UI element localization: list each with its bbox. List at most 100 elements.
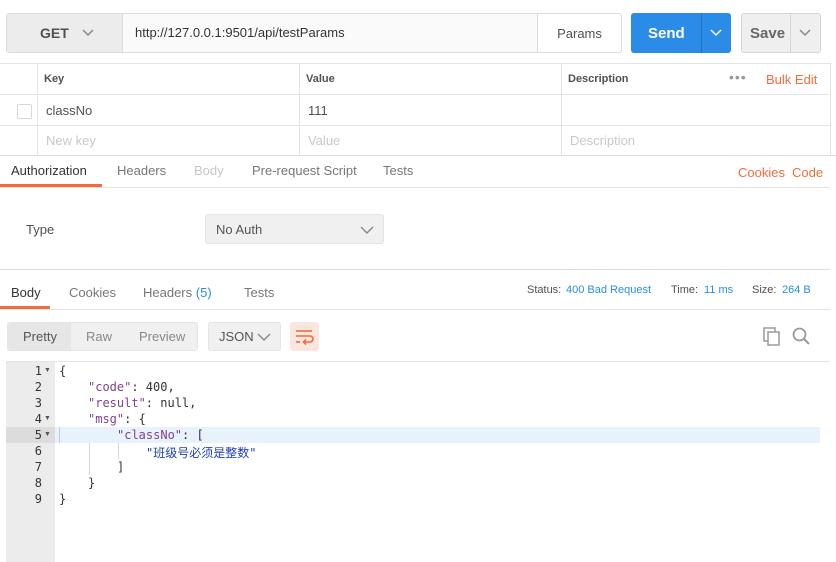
code-line: "classNo": [ [117, 428, 204, 442]
indent-guide [118, 443, 119, 459]
chevron-down-icon[interactable] [709, 25, 723, 39]
fold-toggle-icon[interactable]: ▼ [44, 415, 51, 422]
pretty-label[interactable]: Pretty [23, 329, 57, 344]
json-key: "code" [88, 380, 132, 394]
bulk-edit-link[interactable]: Bulk Edit [766, 72, 817, 87]
new-value-input[interactable]: Value [308, 133, 340, 148]
time-label: Time: [671, 284, 699, 296]
wrap-lines-icon [296, 330, 314, 346]
send-button[interactable]: Send [631, 13, 731, 53]
divider [0, 309, 830, 310]
fold-toggle-icon[interactable]: ▼ [44, 431, 51, 438]
divider [37, 63, 38, 155]
headers-count-badge: (5) [195, 285, 212, 300]
line-number: 4 [34, 412, 42, 426]
tab-body[interactable]: Body [194, 163, 224, 178]
new-key-input[interactable]: New key [46, 133, 96, 148]
param-row-checkbox[interactable] [17, 104, 32, 119]
response-body-editor[interactable]: 1 2 3 4 5 6 7 8 9 ▼ ▼ ▼ { "code": 400, "… [6, 361, 830, 562]
size-label: Size: [752, 284, 777, 296]
line-number: 9 [34, 492, 42, 506]
divider [561, 63, 562, 155]
code-link[interactable]: Code [792, 165, 823, 180]
code-line: "code": 400, [88, 380, 175, 394]
indent-guide [89, 443, 90, 475]
copy-icon[interactable] [762, 326, 782, 346]
divider [0, 155, 836, 156]
save-divider [790, 14, 791, 52]
auth-type-select[interactable]: No Auth [205, 214, 384, 244]
code-line: } [59, 492, 67, 506]
status-value: 400 Bad Request [566, 284, 652, 296]
column-header-description: Description [568, 73, 629, 85]
chevron-down-icon [82, 29, 94, 37]
language-value: JSON [219, 329, 254, 344]
size-value: 264 B [782, 284, 811, 296]
json-value: : 400, [131, 380, 175, 394]
code-line: } [88, 476, 96, 490]
tab-tests[interactable]: Tests [383, 163, 413, 178]
method-select[interactable]: GET [7, 14, 123, 52]
send-divider [701, 13, 702, 53]
tab-authorization[interactable]: Authorization [11, 163, 87, 178]
code-line: "msg": { [88, 412, 146, 426]
column-header-value: Value [306, 73, 335, 85]
method-label: GET [40, 25, 69, 41]
url-input[interactable]: http://127.0.0.1:9501/api/testParams [135, 25, 345, 40]
send-label: Send [648, 25, 685, 42]
response-tab-tests[interactable]: Tests [244, 285, 274, 300]
json-key: "result" [88, 396, 146, 410]
more-options-icon[interactable]: ••• [729, 69, 747, 85]
auth-type-label: Type [26, 222, 55, 237]
column-header-key: Key [44, 73, 65, 85]
response-tab-cookies[interactable]: Cookies [69, 285, 116, 300]
request-bar: GET http://127.0.0.1:9501/api/testParams… [6, 13, 622, 53]
cookies-link[interactable]: Cookies [738, 165, 785, 180]
save-label: Save [750, 25, 786, 42]
line-number: 1 [34, 364, 42, 378]
tab-headers[interactable]: Headers [117, 163, 166, 178]
response-tab-body[interactable]: Body [11, 285, 41, 300]
line-number: 7 [34, 460, 42, 474]
json-string: "班级号必须是整数" [146, 446, 257, 460]
divider [0, 269, 830, 270]
json-value: : null, [145, 396, 197, 410]
status-label: Status: [527, 284, 562, 296]
divider [0, 94, 830, 95]
response-tab-headers[interactable]: Headers (5) [143, 285, 212, 300]
line-number: 5 [34, 428, 42, 442]
json-value: : { [124, 412, 146, 426]
search-icon[interactable] [791, 326, 811, 346]
param-key-cell[interactable]: classNo [46, 103, 92, 118]
line-number: 3 [34, 396, 42, 410]
line-number: 8 [34, 476, 42, 490]
json-key: "classNo" [117, 428, 183, 442]
chevron-down-icon[interactable] [798, 25, 812, 39]
raw-button[interactable]: Raw [86, 329, 112, 344]
code-line: ] [117, 460, 125, 474]
param-value-cell[interactable]: 111 [308, 103, 328, 118]
view-mode-group: Pretty Raw Preview [7, 322, 198, 351]
json-key: "msg" [88, 412, 125, 426]
tab-pre-request-script[interactable]: Pre-request Script [252, 163, 357, 178]
code-line: { [59, 364, 67, 378]
indent-guide [59, 427, 60, 443]
language-select[interactable]: JSON [208, 322, 281, 351]
json-value: : [ [182, 428, 204, 442]
divider [830, 63, 831, 155]
divider [299, 63, 300, 155]
divider [0, 187, 830, 188]
save-button[interactable]: Save [741, 13, 821, 53]
response-tab-headers-label: Headers [143, 285, 193, 300]
divider [0, 63, 830, 64]
new-description-input[interactable]: Description [570, 133, 635, 148]
time-value: 11 ms [704, 284, 734, 296]
wrap-lines-button[interactable] [290, 322, 319, 351]
code-line: "result": null, [88, 396, 196, 410]
line-number: 6 [34, 444, 42, 458]
chevron-down-icon [257, 333, 271, 341]
fold-toggle-icon[interactable]: ▼ [44, 367, 51, 374]
divider [0, 125, 830, 126]
params-button[interactable]: Params [537, 14, 621, 52]
preview-button[interactable]: Preview [139, 329, 185, 344]
